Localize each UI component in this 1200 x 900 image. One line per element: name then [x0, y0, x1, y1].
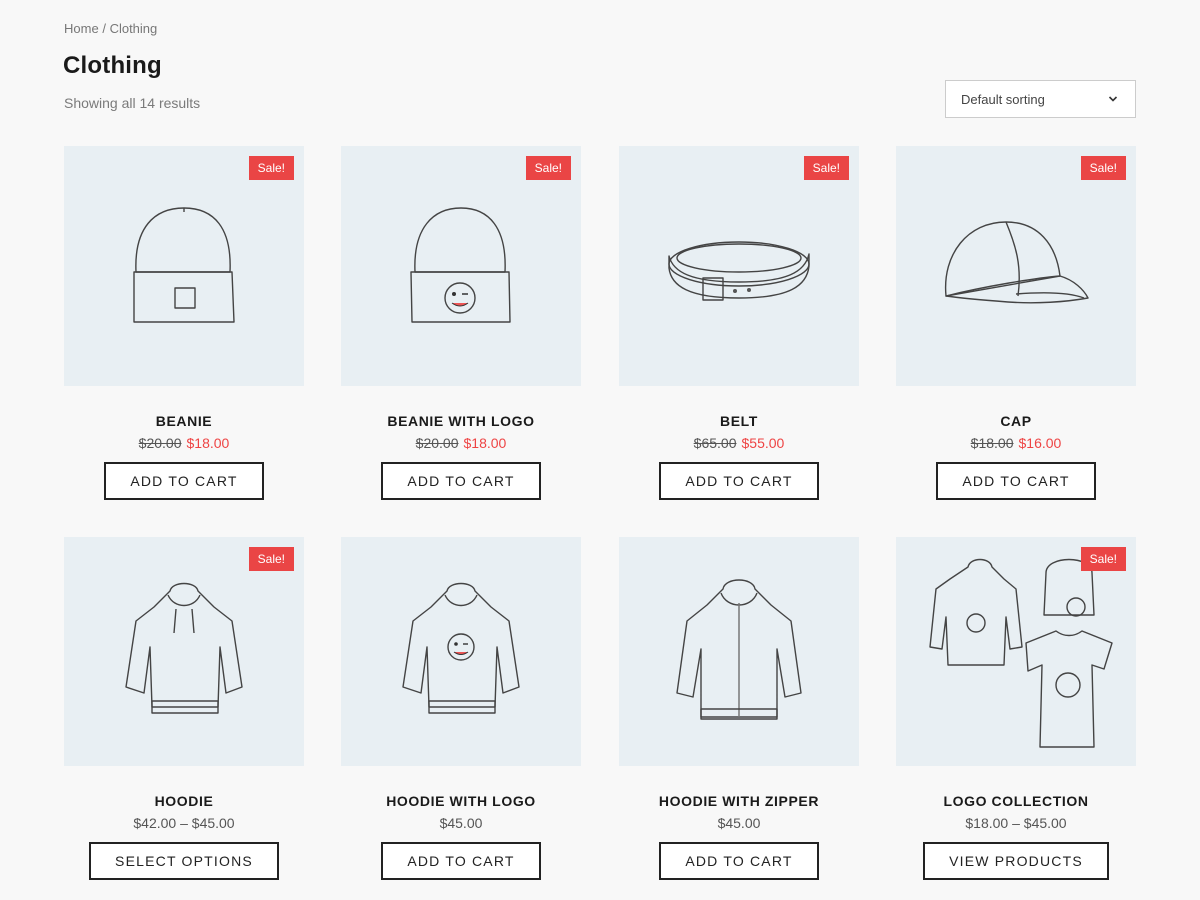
sorting-select[interactable]: Default sorting — [945, 80, 1136, 118]
add-to-cart-button[interactable]: Add to cart — [936, 462, 1096, 500]
beanie-with-logo-image — [410, 207, 511, 323]
product-name[interactable]: Hoodie with Zipper — [619, 793, 859, 809]
old-price: $20.00 — [415, 435, 459, 451]
breadcrumb-current: Clothing — [109, 21, 158, 36]
product-image[interactable]: Sale! — [64, 146, 304, 386]
sale-badge: Sale! — [803, 156, 849, 180]
chevron-down-icon — [1108, 96, 1118, 102]
product-price: $20.00 $18.00 — [64, 435, 304, 453]
sorting-selected-value: Default sorting — [961, 91, 1045, 107]
sale-price: $55.00 — [741, 435, 785, 451]
old-price: $18.00 — [970, 435, 1014, 451]
page-title: Clothing — [63, 52, 162, 79]
old-price: $20.00 — [138, 435, 182, 451]
view-products-button[interactable]: View products — [923, 842, 1109, 880]
hoodie-image — [125, 582, 243, 714]
sale-price: $18.00 — [463, 435, 507, 451]
product-image[interactable]: Sale! — [896, 146, 1136, 386]
product-price: $18.00 $16.00 — [896, 435, 1136, 453]
product-image[interactable]: Sale! — [896, 537, 1136, 766]
add-to-cart-button[interactable]: Add to cart — [381, 462, 541, 500]
product-name[interactable]: Hoodie — [64, 793, 304, 809]
product-name[interactable]: Beanie with Logo — [341, 413, 581, 429]
product-name[interactable]: Cap — [896, 413, 1136, 429]
product-price: $45.00 — [439, 815, 483, 831]
sale-badge: Sale! — [1080, 547, 1126, 571]
beanie-image — [133, 207, 235, 323]
sale-badge: Sale! — [248, 156, 294, 180]
sale-badge: Sale! — [248, 547, 294, 571]
product-price: $65.00 $55.00 — [619, 435, 859, 453]
product-card: Sale! Cap $18.00 $16.00 Add to cart — [896, 146, 1136, 500]
add-to-cart-button[interactable]: Add to cart — [659, 842, 819, 880]
result-count: Showing all 14 results — [64, 95, 201, 111]
product-price: $45.00 — [717, 815, 761, 831]
hoodie-with-zipper-image — [676, 579, 802, 720]
product-name[interactable]: Hoodie with Logo — [341, 793, 581, 809]
product-image[interactable]: Sale! — [64, 537, 304, 766]
product-price: $18.00 – $45.00 — [965, 815, 1067, 831]
sale-badge: Sale! — [525, 156, 571, 180]
product-price: $42.00 – $45.00 — [133, 815, 235, 831]
product-image[interactable] — [341, 537, 581, 766]
belt-image — [668, 241, 810, 301]
product-name[interactable]: Beanie — [64, 413, 304, 429]
product-image[interactable] — [619, 537, 859, 766]
product-name[interactable]: Belt — [619, 413, 859, 429]
product-name[interactable]: Logo Collection — [896, 793, 1136, 809]
sale-price: $18.00 — [186, 435, 230, 451]
breadcrumb-home-link[interactable]: Home — [64, 21, 99, 36]
breadcrumb: Home / Clothing — [64, 21, 157, 36]
add-to-cart-button[interactable]: Add to cart — [659, 462, 819, 500]
product-card: Sale! Logo Collection $18.00 – $45.00 Vi… — [896, 537, 1136, 880]
product-card: Sale! Hoodie $42.00 – $45.00 Select opti… — [64, 537, 304, 880]
logo-collection-image — [929, 558, 1113, 748]
add-to-cart-button[interactable]: Add to cart — [381, 842, 541, 880]
product-card: Hoodie with Logo $45.00 Add to cart — [341, 537, 581, 880]
sale-price: $16.00 — [1018, 435, 1062, 451]
product-image[interactable]: Sale! — [619, 146, 859, 386]
product-card: Hoodie with Zipper $45.00 Add to cart — [619, 537, 859, 880]
select-options-button[interactable]: Select options — [89, 842, 279, 880]
add-to-cart-button[interactable]: Add to cart — [104, 462, 264, 500]
sale-badge: Sale! — [1080, 156, 1126, 180]
hoodie-with-logo-image — [402, 582, 520, 714]
cap-image — [944, 221, 1089, 304]
old-price: $65.00 — [693, 435, 737, 451]
product-card: Sale! Beanie $20.00 $18.00 Add to cart — [64, 146, 304, 500]
breadcrumb-separator: / — [102, 21, 106, 36]
product-card: Sale! Belt $65.00 $55.00 Add to cart — [619, 146, 859, 500]
product-image[interactable]: Sale! — [341, 146, 581, 386]
product-card: Sale! Beanie with Logo $20.00 $18.00 Add … — [341, 146, 581, 500]
product-price: $20.00 $18.00 — [341, 435, 581, 453]
